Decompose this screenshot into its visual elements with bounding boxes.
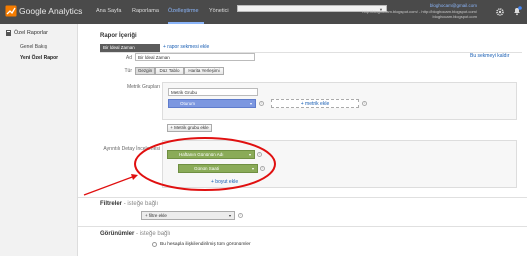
views-title: Görünümler - isteğe bağlı [100,231,170,237]
info-icon: i [238,213,243,218]
filters-subtitle: - isteğe bağlı [123,201,159,207]
filters-divider [78,197,527,198]
views-subtitle: - isteğe bağlı [136,231,171,237]
highlight-ellipse [134,137,276,191]
all-views-radio[interactable] [152,242,157,247]
views-divider [78,226,527,227]
filters-title-text: Filtreler [100,201,123,207]
annotation-arrow-line [83,175,136,196]
annotation-overlay [83,137,276,196]
all-views-label: Bu hesapla ilişkilendirilmiş tüm görünüm… [160,242,251,247]
chevron-down-icon: ▾ [228,213,231,218]
views-title-text: Görünümler [100,231,135,237]
add-filter-label: + filtre ekle [145,213,167,218]
filters-title: Filtreler - isteğe bağlı [100,201,158,207]
annotation-arrowhead [131,174,138,180]
add-filter-button[interactable]: + filtre ekle ▾ [141,211,235,220]
